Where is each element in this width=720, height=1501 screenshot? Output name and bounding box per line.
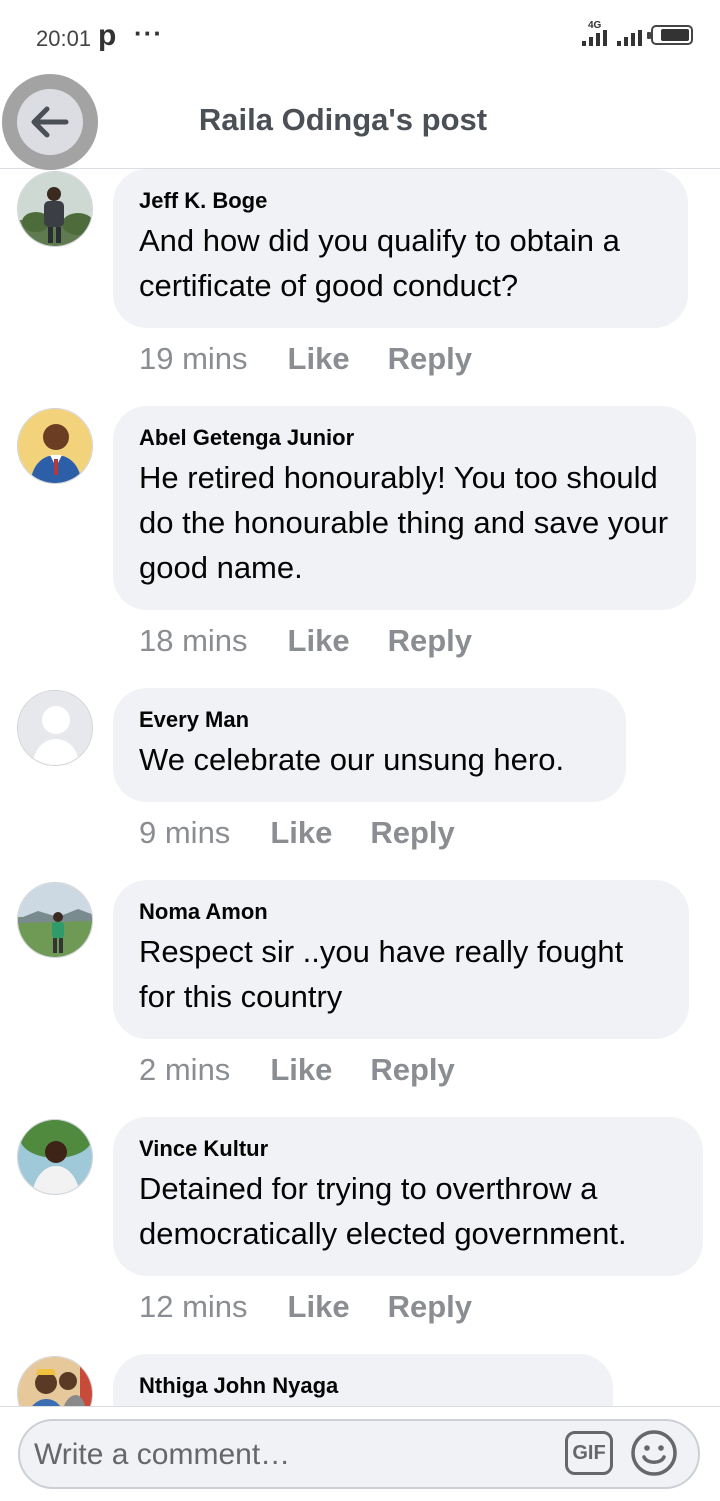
comment-actions: 18 mins Like Reply (139, 623, 472, 659)
reply-button[interactable]: Reply (388, 623, 472, 659)
comment-time[interactable]: 12 mins (139, 1289, 248, 1325)
like-button[interactable]: Like (288, 623, 350, 659)
comment-actions: 2 mins Like Reply (139, 1052, 455, 1088)
comment-placeholder[interactable]: Write a comment… (34, 1438, 290, 1472)
comment-author[interactable]: Vince Kultur (139, 1132, 677, 1165)
comment-author[interactable]: Nthiga John Nyaga (139, 1369, 587, 1402)
comment-actions: 19 mins Like Reply (139, 341, 472, 377)
like-button[interactable]: Like (288, 341, 350, 377)
comment-author[interactable]: Jeff K. Boge (139, 184, 662, 217)
comment-input[interactable]: Write a comment… GIF (18, 1419, 700, 1489)
comment-bubble: Noma Amon Respect sir ..you have really … (113, 880, 689, 1039)
smiley-icon[interactable] (630, 1429, 678, 1477)
like-button[interactable]: Like (270, 1052, 332, 1088)
comment-composer: Write a comment… GIF (0, 1406, 720, 1501)
reply-button[interactable]: Reply (388, 341, 472, 377)
comment-text: And how did you qualify to obtain a cert… (139, 223, 620, 303)
comment-time[interactable]: 2 mins (139, 1052, 230, 1088)
comment-author[interactable]: Every Man (139, 703, 600, 736)
avatar[interactable] (17, 1356, 93, 1406)
avatar[interactable] (17, 690, 93, 766)
signal-icon (582, 30, 607, 46)
comment-text: We celebrate our unsung hero. (139, 742, 565, 777)
comment-time[interactable]: 19 mins (139, 341, 248, 377)
reply-button[interactable]: Reply (388, 1289, 472, 1325)
comment-time[interactable]: 9 mins (139, 815, 230, 851)
battery-icon (647, 25, 693, 45)
post-header: Raila Odinga's post (0, 72, 720, 170)
comment-author[interactable]: Abel Getenga Junior (139, 421, 670, 454)
p-icon: p (98, 19, 117, 52)
status-time: 20:01 (36, 26, 92, 51)
comment-actions: 9 mins Like Reply (139, 815, 455, 851)
comment-author[interactable]: Noma Amon (139, 895, 663, 928)
reply-button[interactable]: Reply (370, 815, 454, 851)
comment-bubble: Jeff K. Boge And how did you qualify to … (113, 169, 688, 328)
page-title: Raila Odinga's post (198, 102, 488, 137)
comment-time[interactable]: 18 mins (139, 623, 248, 659)
avatar[interactable] (17, 1119, 93, 1195)
status-bar: 20:01 p ··· 4G (0, 0, 720, 72)
comment-list[interactable]: Jeff K. Boge And how did you qualify to … (0, 169, 720, 1406)
dots-icon: ··· (134, 18, 163, 48)
comment-bubble: Every Man We celebrate our unsung hero. (113, 688, 626, 802)
like-button[interactable]: Like (270, 815, 332, 851)
avatar[interactable] (17, 171, 93, 247)
avatar[interactable] (17, 408, 93, 484)
comment-actions: 12 mins Like Reply (139, 1289, 472, 1325)
comment-bubble: Abel Getenga Junior He retired honourabl… (113, 406, 696, 610)
like-button[interactable]: Like (288, 1289, 350, 1325)
gif-button[interactable]: GIF (565, 1431, 613, 1475)
comment-bubble: Vince Kultur Detained for trying to over… (113, 1117, 703, 1276)
comment-bubble: Nthiga John Nyaga (113, 1354, 613, 1406)
comment-text: Detained for trying to overthrow a democ… (139, 1171, 627, 1251)
reply-button[interactable]: Reply (370, 1052, 454, 1088)
signal-icon (617, 30, 642, 46)
avatar[interactable] (17, 882, 93, 958)
comment-text: Respect sir ..you have really fought for… (139, 934, 624, 1014)
comment-text: He retired honourably! You too should do… (139, 460, 669, 585)
